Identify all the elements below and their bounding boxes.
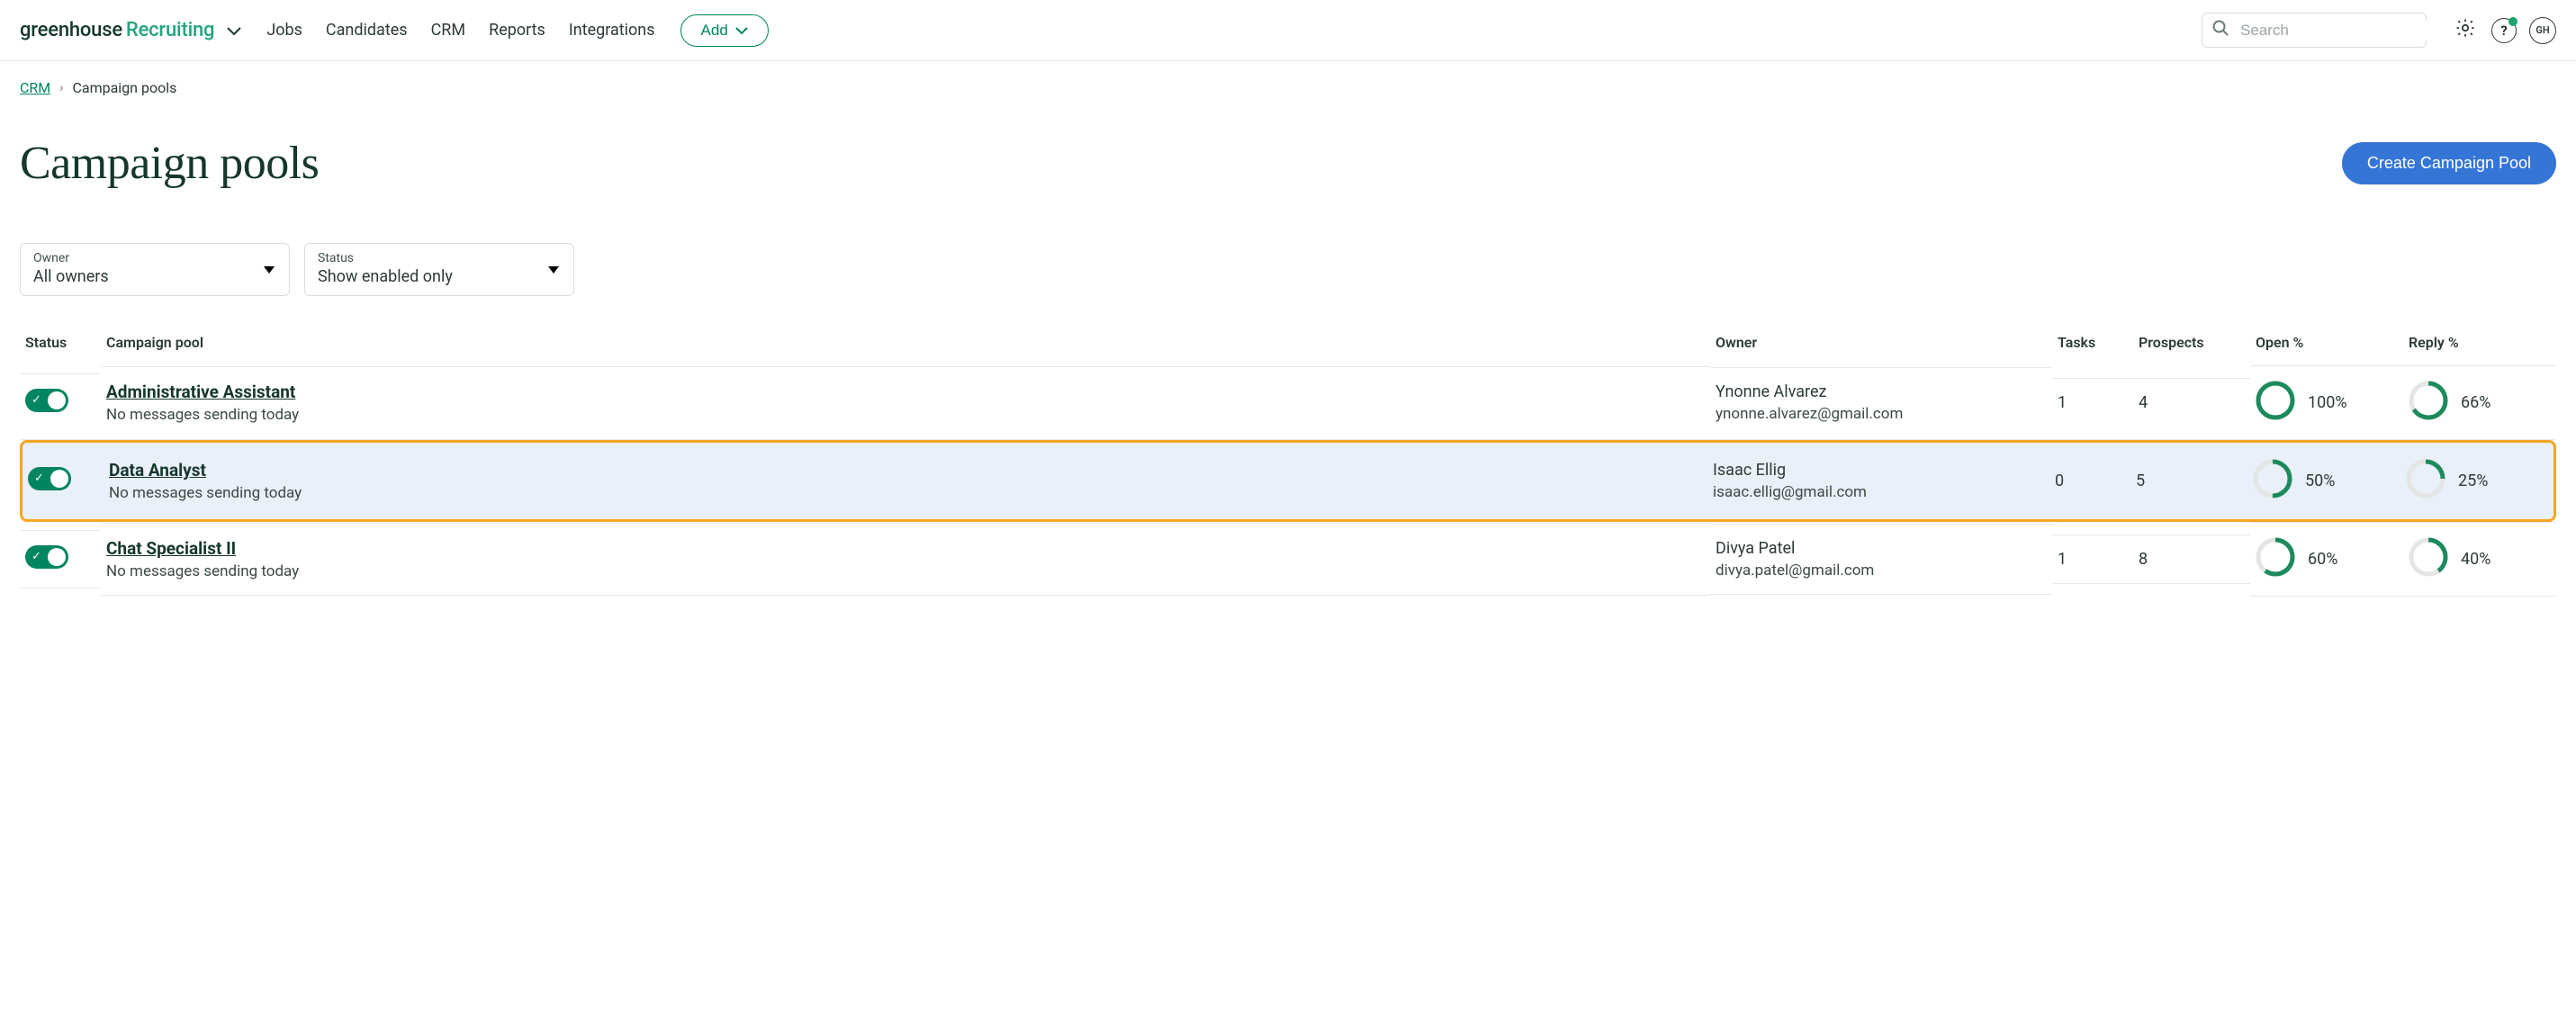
campaign-pool-link[interactable]: Data Analyst xyxy=(109,460,206,481)
search-icon xyxy=(2211,19,2229,41)
status-toggle[interactable]: ✓ xyxy=(25,389,68,412)
search-input[interactable] xyxy=(2238,21,2441,40)
main-content: CRM › Campaign pools Campaign pools Crea… xyxy=(0,61,2576,633)
gear-icon xyxy=(2454,17,2476,43)
owner-email: ynonne.alvarez@gmail.com xyxy=(1716,405,2047,423)
owner-name: Isaac Ellig xyxy=(1713,461,2044,480)
open-label: 50% xyxy=(2305,472,2335,490)
toggle-knob xyxy=(50,470,68,488)
help-button[interactable]: ? xyxy=(2491,18,2517,43)
status-toggle[interactable]: ✓ xyxy=(25,545,68,569)
progress-ring-icon xyxy=(2256,537,2295,581)
add-button-label: Add xyxy=(701,22,728,40)
add-button[interactable]: Add xyxy=(680,14,769,47)
open-label: 60% xyxy=(2308,550,2337,569)
chevron-down-icon xyxy=(227,19,241,41)
create-campaign-pool-button[interactable]: Create Campaign Pool xyxy=(2342,142,2556,184)
open-label: 100% xyxy=(2308,393,2347,412)
top-bar: greenhouse Recruiting Jobs Candidates CR… xyxy=(0,0,2576,61)
owner-name: Ynonne Alvarez xyxy=(1716,382,2047,401)
progress-ring-icon xyxy=(2253,459,2292,503)
caret-down-icon xyxy=(548,260,559,278)
chevron-right-icon: › xyxy=(59,81,63,95)
caret-down-icon xyxy=(264,260,275,278)
filters: Owner All owners Status Show enabled onl… xyxy=(20,243,2556,296)
progress-ring-icon xyxy=(2409,381,2448,425)
nav-crm[interactable]: CRM xyxy=(431,21,466,40)
reply-metric: 25% xyxy=(2406,459,2548,503)
reply-metric: 66% xyxy=(2409,381,2551,425)
col-prospects: Prospects xyxy=(2133,319,2250,365)
avatar-initials: GH xyxy=(2535,24,2549,36)
status-filter[interactable]: Status Show enabled only xyxy=(304,243,574,296)
question-icon: ? xyxy=(2500,22,2507,39)
check-icon: ✓ xyxy=(32,550,41,563)
owner-filter[interactable]: Owner All owners xyxy=(20,243,290,296)
title-row: Campaign pools Create Campaign Pool xyxy=(20,105,2556,221)
col-owner: Owner xyxy=(1710,319,2052,365)
campaign-pool-link[interactable]: Chat Specialist II xyxy=(106,538,236,559)
nav-jobs[interactable]: Jobs xyxy=(266,21,302,40)
settings-button[interactable] xyxy=(2452,17,2479,44)
prospects-value: 8 xyxy=(2139,550,2148,569)
status-toggle[interactable]: ✓ xyxy=(28,467,71,490)
progress-ring-icon xyxy=(2256,381,2295,425)
campaign-pool-link[interactable]: Administrative Assistant xyxy=(106,382,295,402)
check-icon: ✓ xyxy=(34,472,44,485)
campaign-pool-sub: No messages sending today xyxy=(106,406,1705,424)
user-avatar[interactable]: GH xyxy=(2529,17,2556,44)
brand-switcher[interactable]: greenhouse Recruiting xyxy=(20,19,241,41)
owner-email: divya.patel@gmail.com xyxy=(1716,561,2047,579)
tasks-value: 1 xyxy=(2058,393,2067,412)
owner-filter-label: Owner xyxy=(33,251,276,265)
owner-name: Divya Patel xyxy=(1716,539,2047,558)
reply-metric: 40% xyxy=(2409,537,2551,581)
col-pool: Campaign pool xyxy=(101,319,1710,365)
toggle-knob xyxy=(48,391,66,409)
primary-nav: Jobs Candidates CRM Reports Integrations xyxy=(266,21,654,40)
search-box[interactable] xyxy=(2202,13,2427,48)
open-metric: 60% xyxy=(2256,537,2398,581)
highlighted-row[interactable]: ✓ Data Analyst No messages sending today… xyxy=(20,440,2556,522)
prospects-value: 4 xyxy=(2139,393,2148,412)
col-reply: Reply % xyxy=(2403,319,2556,365)
page-title: Campaign pools xyxy=(20,137,319,190)
nav-integrations[interactable]: Integrations xyxy=(569,21,655,40)
check-icon: ✓ xyxy=(32,393,41,407)
nav-reports[interactable]: Reports xyxy=(489,21,545,40)
breadcrumb-current: Campaign pools xyxy=(72,79,176,96)
reply-label: 66% xyxy=(2461,393,2490,412)
top-icons: ? GH xyxy=(2452,17,2556,44)
chevron-down-icon xyxy=(735,22,748,40)
toggle-knob xyxy=(48,548,66,566)
nav-candidates[interactable]: Candidates xyxy=(326,21,408,40)
status-filter-label: Status xyxy=(318,251,561,265)
progress-ring-icon xyxy=(2406,459,2445,503)
col-status: Status xyxy=(20,319,101,365)
reply-label: 40% xyxy=(2461,550,2490,569)
breadcrumb-root[interactable]: CRM xyxy=(20,79,50,96)
tasks-value: 1 xyxy=(2058,550,2067,569)
open-metric: 50% xyxy=(2253,459,2395,503)
brand-word-2: Recruiting xyxy=(126,19,214,41)
progress-ring-icon xyxy=(2409,537,2448,581)
table-header: Status Campaign pool Owner Tasks Prospec… xyxy=(20,319,2556,365)
tasks-value: 0 xyxy=(2055,472,2064,490)
breadcrumb: CRM › Campaign pools xyxy=(20,79,2556,96)
owner-email: isaac.ellig@gmail.com xyxy=(1713,483,2044,501)
brand-word-1: greenhouse xyxy=(20,19,122,41)
table-body: ✓ Administrative Assistant No messages s… xyxy=(20,365,2556,597)
prospects-value: 5 xyxy=(2136,472,2145,490)
owner-filter-value: All owners xyxy=(33,267,276,286)
notification-dot xyxy=(2508,17,2517,26)
status-filter-value: Show enabled only xyxy=(318,267,561,286)
campaign-pool-sub: No messages sending today xyxy=(106,562,1705,580)
campaign-pool-sub: No messages sending today xyxy=(109,484,1702,502)
reply-label: 25% xyxy=(2458,472,2488,490)
col-tasks: Tasks xyxy=(2052,319,2133,365)
open-metric: 100% xyxy=(2256,381,2398,425)
col-open: Open % xyxy=(2250,319,2403,365)
